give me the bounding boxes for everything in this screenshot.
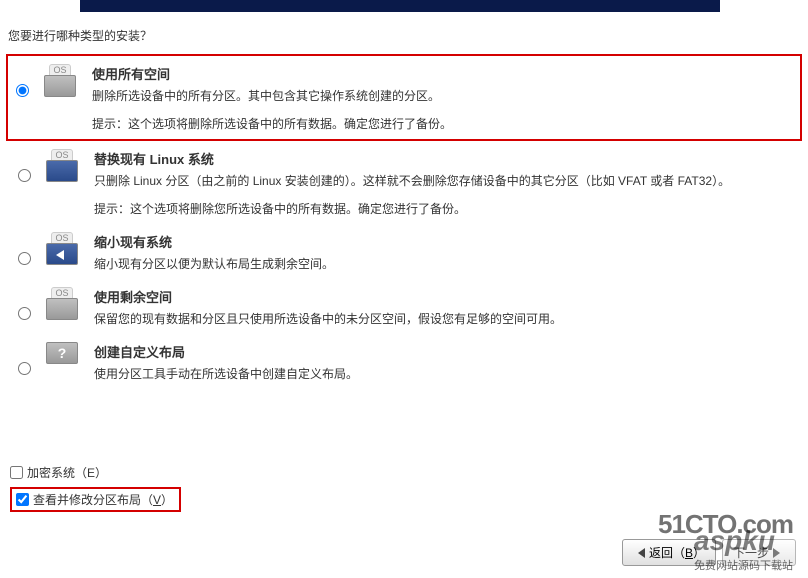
option-custom[interactable]: 创建自定义布局 使用分区工具手动在所选设备中创建自定义布局。: [10, 334, 798, 389]
review-highlight: 查看并修改分区布局（V）: [10, 487, 181, 512]
option-hint: 提示：这个选项将删除您所选设备中的所有数据。确定您进行了备份。: [94, 200, 798, 218]
option-title: 替换现有 Linux 系统: [94, 149, 798, 168]
option-title: 使用所有空间: [92, 64, 796, 83]
option-free-space[interactable]: OS 使用剩余空间 保留您的现有数据和分区且只使用所选设备中的未分区空间，假设您…: [10, 279, 798, 334]
radio-free-space[interactable]: [18, 307, 31, 320]
option-title: 创建自定义布局: [94, 342, 798, 361]
disk-icon-cell: OS: [38, 149, 86, 182]
option-text: 使用所有空间 删除所选设备中的所有分区。其中包含其它操作系统创建的分区。 提示：…: [84, 64, 796, 133]
option-desc: 缩小现有分区以便为默认布局生成剩余空间。: [94, 255, 798, 273]
review-layout-row: 查看并修改分区布局（V）: [10, 487, 181, 512]
encrypt-system-row[interactable]: 加密系统（E）: [10, 464, 181, 481]
option-text: 使用剩余空间 保留您的现有数据和分区且只使用所选设备中的未分区空间，假设您有足够…: [86, 287, 798, 328]
disk-icon-cell: OS: [38, 232, 86, 265]
encrypt-label: 加密系统（E）: [27, 464, 107, 481]
radio-cell: [10, 342, 38, 375]
disk-icon-question: [46, 342, 78, 364]
radio-replace-linux[interactable]: [18, 169, 31, 182]
option-use-all-space[interactable]: OS 使用所有空间 删除所选设备中的所有分区。其中包含其它操作系统创建的分区。 …: [6, 54, 802, 141]
option-text: 创建自定义布局 使用分区工具手动在所选设备中创建自定义布局。: [86, 342, 798, 383]
disk-icon: [44, 75, 76, 97]
option-desc: 只删除 Linux 分区（由之前的 Linux 安装创建的）。这样就不会删除您存…: [94, 172, 798, 190]
review-checkbox[interactable]: [16, 493, 29, 506]
radio-cell: [10, 287, 38, 320]
option-shrink[interactable]: OS 缩小现有系统 缩小现有分区以便为默认布局生成剩余空间。: [10, 224, 798, 279]
option-desc: 使用分区工具手动在所选设备中创建自定义布局。: [94, 365, 798, 383]
disk-icon: [46, 243, 78, 265]
radio-cell: [10, 232, 38, 265]
option-hint: 提示：这个选项将删除所选设备中的所有数据。确定您进行了备份。: [92, 115, 796, 133]
encrypt-checkbox[interactable]: [10, 466, 23, 479]
disk-icon: [46, 160, 78, 182]
disk-icon-cell: OS: [36, 64, 84, 97]
option-title: 使用剩余空间: [94, 287, 798, 306]
option-desc: 保留您的现有数据和分区且只使用所选设备中的未分区空间，假设您有足够的空间可用。: [94, 310, 798, 328]
option-text: 缩小现有系统 缩小现有分区以便为默认布局生成剩余空间。: [86, 232, 798, 273]
watermark-aspku: aspku 免费网站源码下载站: [694, 525, 793, 573]
option-text: 替换现有 Linux 系统 只删除 Linux 分区（由之前的 Linux 安装…: [86, 149, 798, 218]
option-desc: 删除所选设备中的所有分区。其中包含其它操作系统创建的分区。: [92, 87, 796, 105]
install-type-question: 您要进行哪种类型的安装？: [8, 27, 808, 44]
radio-shrink[interactable]: [18, 252, 31, 265]
disk-icon-cell: [38, 342, 86, 364]
radio-custom[interactable]: [18, 362, 31, 375]
disk-icon: [46, 298, 78, 320]
option-title: 缩小现有系统: [94, 232, 798, 251]
header-banner: [80, 0, 720, 12]
radio-use-all-space[interactable]: [16, 84, 29, 97]
install-options: OS 使用所有空间 删除所选设备中的所有分区。其中包含其它操作系统创建的分区。 …: [0, 54, 808, 389]
radio-cell: [8, 64, 36, 97]
disk-icon-cell: OS: [38, 287, 86, 320]
bottom-checkboxes: 加密系统（E） 查看并修改分区布局（V）: [10, 464, 181, 518]
radio-cell: [10, 149, 38, 182]
option-replace-linux[interactable]: OS 替换现有 Linux 系统 只删除 Linux 分区（由之前的 Linux…: [10, 141, 798, 224]
review-label[interactable]: 查看并修改分区布局（V）: [33, 491, 173, 508]
review-key: V: [153, 493, 161, 507]
